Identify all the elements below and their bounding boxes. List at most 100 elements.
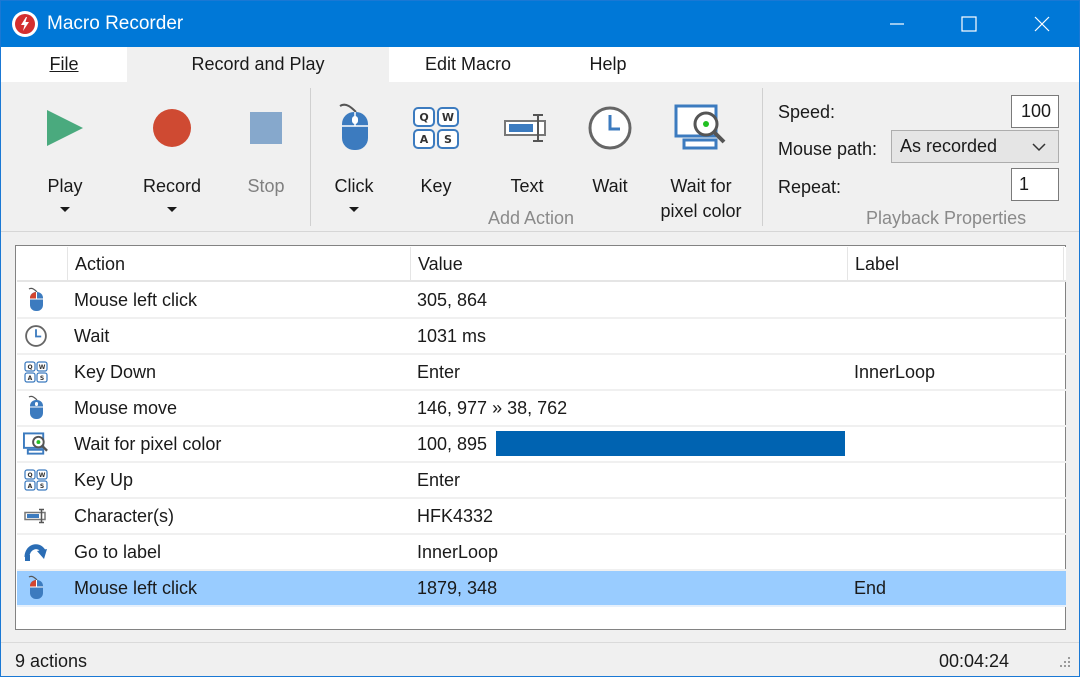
cell-value: 100, 895 — [417, 434, 488, 454]
cell-action: Wait for pixel color — [74, 434, 222, 454]
cell-value: 146, 977 » 38, 762 — [417, 398, 568, 418]
svg-text:S: S — [40, 375, 44, 382]
window-title: Macro Recorder — [47, 13, 184, 34]
column-header-value[interactable]: Value — [411, 247, 848, 281]
table-header: Action Value Label — [17, 247, 1066, 282]
cell-value: InnerLoop — [417, 542, 499, 562]
stop-button[interactable]: Stop — [231, 82, 301, 199]
cell-action: Mouse left click — [74, 290, 198, 310]
table-row[interactable]: Q W A S Key Up Enter — [17, 463, 1066, 499]
mouse-path-select[interactable]: As recorded — [891, 130, 1059, 163]
app-window: Macro Recorder File Record and Play Edit… — [0, 0, 1080, 677]
tab-record-and-play[interactable]: Record and Play — [127, 47, 389, 82]
cell-value: 305, 864 — [417, 290, 488, 310]
mouse-icon — [339, 103, 368, 150]
table-row[interactable]: Go to label InnerLoop — [17, 535, 1066, 571]
add-action-group-label: Add Action — [488, 208, 575, 228]
close-icon — [1034, 16, 1050, 32]
monitor-magnifier-icon — [674, 104, 726, 150]
cell-action: Character(s) — [74, 506, 175, 526]
cell-value: Enter — [417, 362, 461, 382]
cell-action: Mouse left click — [74, 578, 198, 598]
minimize-icon — [890, 23, 904, 25]
cell-action: Key Down — [74, 362, 157, 382]
chevron-down-icon — [1032, 143, 1046, 152]
maximize-button[interactable] — [933, 1, 1005, 47]
svg-text:W: W — [39, 364, 46, 371]
add-wait-for-pixel-color-button[interactable]: Wait for pixel color — [651, 82, 751, 224]
table-row[interactable]: Mouse left click 1879, 348 End — [17, 571, 1066, 607]
svg-text:W: W — [442, 111, 454, 124]
svg-text:S: S — [444, 133, 452, 146]
table-row[interactable]: Mouse move 146, 977 » 38, 762 — [17, 391, 1066, 427]
table-row[interactable]: Character(s) HFK4332 — [17, 499, 1066, 535]
record-button[interactable]: Record — [132, 82, 212, 212]
chevron-down-icon[interactable] — [349, 207, 359, 212]
record-icon — [153, 109, 191, 147]
action-count: 9 actions — [15, 651, 88, 671]
title-bar[interactable]: Macro Recorder — [1, 1, 1079, 47]
add-wait-button[interactable]: Wait — [575, 82, 645, 199]
cell-value: Enter — [417, 470, 461, 490]
text-field-icon — [23, 503, 49, 529]
add-text-button[interactable]: Text — [491, 82, 563, 199]
play-button[interactable]: Play — [29, 82, 101, 212]
play-icon — [47, 110, 83, 146]
close-button[interactable] — [1006, 1, 1078, 47]
speed-label: Speed: — [778, 102, 836, 122]
status-bar: 9 actions 00:04:24 — [1, 642, 1079, 676]
ribbon: Play Record Stop Click Q W A S Key Text … — [1, 82, 1079, 232]
cell-action: Mouse move — [74, 398, 178, 418]
svg-text:A: A — [420, 133, 429, 146]
cell-action: Key Up — [74, 470, 134, 490]
clock-icon — [588, 106, 632, 150]
monitor-magnifier-icon — [23, 431, 49, 457]
chevron-down-icon[interactable] — [167, 207, 177, 212]
actions-table: Action Value Label Mouse left click 305, … — [15, 245, 1066, 630]
svg-text:S: S — [40, 483, 44, 490]
goto-arrow-icon — [23, 539, 49, 565]
minimize-button[interactable] — [861, 1, 933, 47]
playback-properties-group-label: Playback Properties — [866, 208, 1027, 228]
text-field-icon — [504, 114, 546, 142]
speed-input[interactable]: 100 — [1011, 95, 1059, 128]
cell-value: 1031 ms — [417, 326, 487, 346]
mouse-path-label: Mouse path: — [778, 139, 878, 159]
keyboard-keys-icon: Q WA S — [413, 107, 459, 149]
svg-text:Q: Q — [419, 111, 428, 124]
repeat-label: Repeat: — [778, 177, 842, 197]
add-key-button[interactable]: QWAS Key — [401, 82, 471, 199]
add-click-button[interactable]: Click — [319, 82, 389, 212]
repeat-input[interactable]: 1 — [1011, 168, 1059, 201]
chevron-down-icon[interactable] — [60, 207, 70, 212]
mouse-icon — [23, 395, 49, 421]
column-header-icon[interactable] — [17, 247, 68, 281]
cell-value: HFK4332 — [417, 506, 494, 526]
table-row[interactable]: Q W A S Key Down Enter InnerLoop — [17, 355, 1066, 391]
tab-help[interactable]: Help — [547, 47, 669, 82]
tab-edit-macro[interactable]: Edit Macro — [389, 47, 547, 82]
cell-action: Wait — [74, 326, 110, 346]
keyboard-keys-icon: QWAS — [23, 359, 49, 385]
mouse-left-click-icon — [23, 287, 49, 313]
menu-bar: File Record and Play Edit Macro Help — [1, 47, 1079, 82]
svg-text:Q: Q — [27, 364, 32, 371]
pixel-color-swatch — [496, 431, 845, 456]
tab-file[interactable]: File — [1, 47, 127, 82]
table-row[interactable]: Wait 1031 ms — [17, 319, 1066, 355]
cell-label: InnerLoop — [854, 362, 936, 382]
lightning-bolt-icon — [12, 11, 38, 37]
cell-action: Go to label — [74, 542, 162, 562]
macro-duration: 00:04:24 — [939, 651, 1010, 671]
column-header-action[interactable]: Action — [68, 247, 411, 281]
svg-text:A: A — [28, 483, 33, 490]
clock-icon — [23, 323, 49, 349]
maximize-icon — [961, 16, 977, 32]
cell-value: 1879, 348 — [417, 578, 498, 598]
table-row[interactable]: Wait for pixel color 100, 895 — [17, 427, 1066, 463]
column-header-label[interactable]: Label — [848, 247, 1064, 281]
resize-grip-icon[interactable] — [1055, 656, 1071, 670]
stop-icon — [250, 112, 282, 144]
svg-text:W: W — [39, 472, 46, 479]
table-row[interactable]: Mouse left click 305, 864 — [17, 283, 1066, 319]
